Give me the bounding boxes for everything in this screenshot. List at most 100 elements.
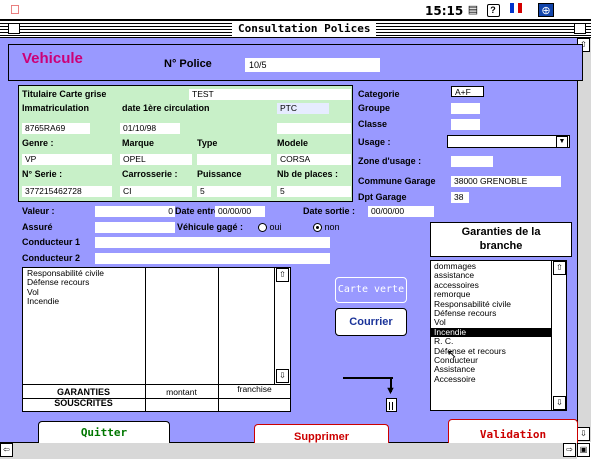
commune-garage-label: Commune Garage [358, 176, 436, 186]
garanties-souscrites-title: GARANTIES SOUSCRITES [54, 387, 113, 408]
conducteur1-field[interactable] [95, 237, 330, 248]
column-divider [145, 267, 146, 384]
apple-menu-icon[interactable]:  [10, 2, 20, 17]
ptc-value-field[interactable] [277, 123, 351, 134]
horizontal-scrollbar[interactable] [0, 442, 577, 459]
list-item[interactable]: Défense recours [431, 308, 551, 318]
classe-field[interactable] [451, 119, 480, 130]
carrosserie-field[interactable]: CI [120, 186, 192, 197]
conducteur2-field[interactable] [95, 253, 330, 264]
help-icon[interactable]: ? [485, 3, 501, 17]
gage-non-radio[interactable]: non [313, 222, 340, 233]
usage-select[interactable] [447, 135, 570, 148]
branche-items: dommages assistance accessoires remorque… [431, 261, 551, 384]
list-item[interactable]: Défense recours [24, 277, 144, 287]
date-circulation-label: date 1ère circulation [122, 103, 210, 113]
conducteur2-label: Conducteur 2 [22, 253, 81, 263]
table-scroll-down-icon[interactable]: ⇩ [276, 369, 289, 383]
titulaire-field[interactable]: TEST [189, 89, 351, 100]
categorie-label: Categorie [358, 89, 400, 99]
control-strip-icon[interactable]: ▤ [465, 3, 481, 17]
immatriculation-label: Immatriculation [22, 103, 90, 113]
montant-header: montant [166, 387, 197, 397]
vertical-scrollbar[interactable] [577, 38, 591, 442]
zone-usage-field[interactable] [451, 156, 493, 167]
menubar-clock[interactable]: 15:15 [425, 4, 463, 18]
places-field[interactable]: 5 [277, 186, 351, 197]
date-sortie-label: Date sortie : [303, 206, 356, 216]
type-field[interactable] [197, 154, 271, 165]
garanties-souscrites-list: Responsabilité civile Défense recours Vo… [24, 268, 144, 307]
date-entree-field[interactable]: 00/00/00 [215, 206, 265, 217]
marque-field[interactable]: OPEL [120, 154, 192, 165]
list-scrollbar-divider [551, 260, 552, 411]
police-number-label: N° Police [164, 58, 212, 70]
type-label: Type [197, 138, 218, 148]
scroll-down-arrow-icon[interactable]: ⇩ [577, 427, 590, 441]
list-item[interactable]: Accessoire [431, 374, 551, 384]
trash-icon[interactable] [386, 398, 397, 412]
carrosserie-label: Carrosserie : [122, 169, 178, 179]
immatriculation-field[interactable]: 8765RA69 [22, 123, 90, 134]
gage-oui-radio[interactable]: oui [258, 222, 282, 233]
scroll-left-arrow-icon[interactable]: ⇦ [0, 443, 13, 457]
courrier-button[interactable]: Courrier [335, 308, 407, 336]
zoom-box-icon[interactable] [574, 23, 586, 34]
down-arrow-icon: ▼ [385, 385, 396, 397]
dpt-garage-label: Dpt Garage [358, 192, 407, 202]
date-circulation-field[interactable]: 01/10/98 [120, 123, 180, 134]
radio-button-icon[interactable] [258, 223, 267, 233]
assure-label: Assuré [22, 222, 53, 232]
carte-verte-button[interactable]: Carte verte [335, 277, 407, 303]
window-title: Consultation Polices [232, 21, 377, 37]
grow-box-icon[interactable]: ▣ [577, 443, 590, 457]
assure-field[interactable] [95, 222, 175, 233]
section-title: Vehicule [22, 50, 83, 67]
groupe-label: Groupe [358, 103, 391, 113]
modele-label: Modele [277, 138, 309, 148]
application-menu-icon[interactable]: ⊕ [538, 3, 554, 17]
radio-button-selected-icon[interactable] [313, 223, 322, 233]
keyboard-flag-icon[interactable] [508, 3, 524, 17]
vehicule-gage-label: Véhicule gagé : [177, 222, 244, 232]
close-box-icon[interactable] [8, 23, 20, 34]
serie-label: N° Serie : [22, 169, 63, 179]
conducteur1-label: Conducteur 1 [22, 237, 81, 247]
quitter-button[interactable]: Quitter [38, 421, 170, 443]
valeur-label: Valeur : [22, 206, 55, 216]
validation-button[interactable]: Validation [448, 419, 578, 443]
valeur-field[interactable]: 0 [95, 206, 175, 217]
modele-field[interactable]: CORSA [277, 154, 351, 165]
column-divider [274, 267, 275, 384]
genre-field[interactable]: VP [22, 154, 112, 165]
list-scroll-down-icon[interactable]: ⇩ [553, 396, 566, 410]
puissance-field[interactable]: 5 [197, 186, 271, 197]
scroll-right-arrow-icon[interactable]: ⇨ [563, 443, 576, 457]
dpt-garage-field[interactable]: 38 [451, 192, 469, 203]
supprimer-button[interactable]: Supprimer [254, 424, 389, 443]
marque-label: Marque [122, 138, 155, 148]
column-divider [218, 267, 219, 384]
police-number-field[interactable]: 10/5 [245, 58, 380, 72]
date-sortie-field[interactable]: 00/00/00 [368, 206, 434, 217]
serie-field[interactable]: 377215462728 [22, 186, 112, 197]
table-scroll-up-icon[interactable]: ⇧ [276, 268, 289, 282]
commune-garage-field[interactable]: 38000 GRENOBLE [451, 176, 561, 187]
zone-usage-label: Zone d'usage : [358, 156, 422, 166]
franchise-header: franchise [237, 384, 272, 394]
menu-bar [0, 0, 591, 20]
ptc-field[interactable]: PTC [277, 103, 329, 114]
usage-dropdown-arrow-icon[interactable]: ▼ [556, 136, 568, 148]
list-item[interactable]: Incendie [24, 296, 144, 306]
mouse-pointer-icon: ↖ [447, 347, 458, 361]
titulaire-label: Titulaire Carte grise [22, 89, 107, 99]
classe-label: Classe [358, 119, 388, 129]
garanties-branche-title: Garanties de la branche [430, 222, 572, 257]
categorie-field[interactable]: A+F [451, 86, 484, 97]
list-scroll-up-icon[interactable]: ⇧ [553, 261, 566, 275]
places-label: Nb de places : [277, 169, 339, 179]
usage-label: Usage : [358, 137, 391, 147]
genre-label: Genre : [22, 138, 54, 148]
groupe-field[interactable] [451, 103, 480, 114]
puissance-label: Puissance [197, 169, 242, 179]
